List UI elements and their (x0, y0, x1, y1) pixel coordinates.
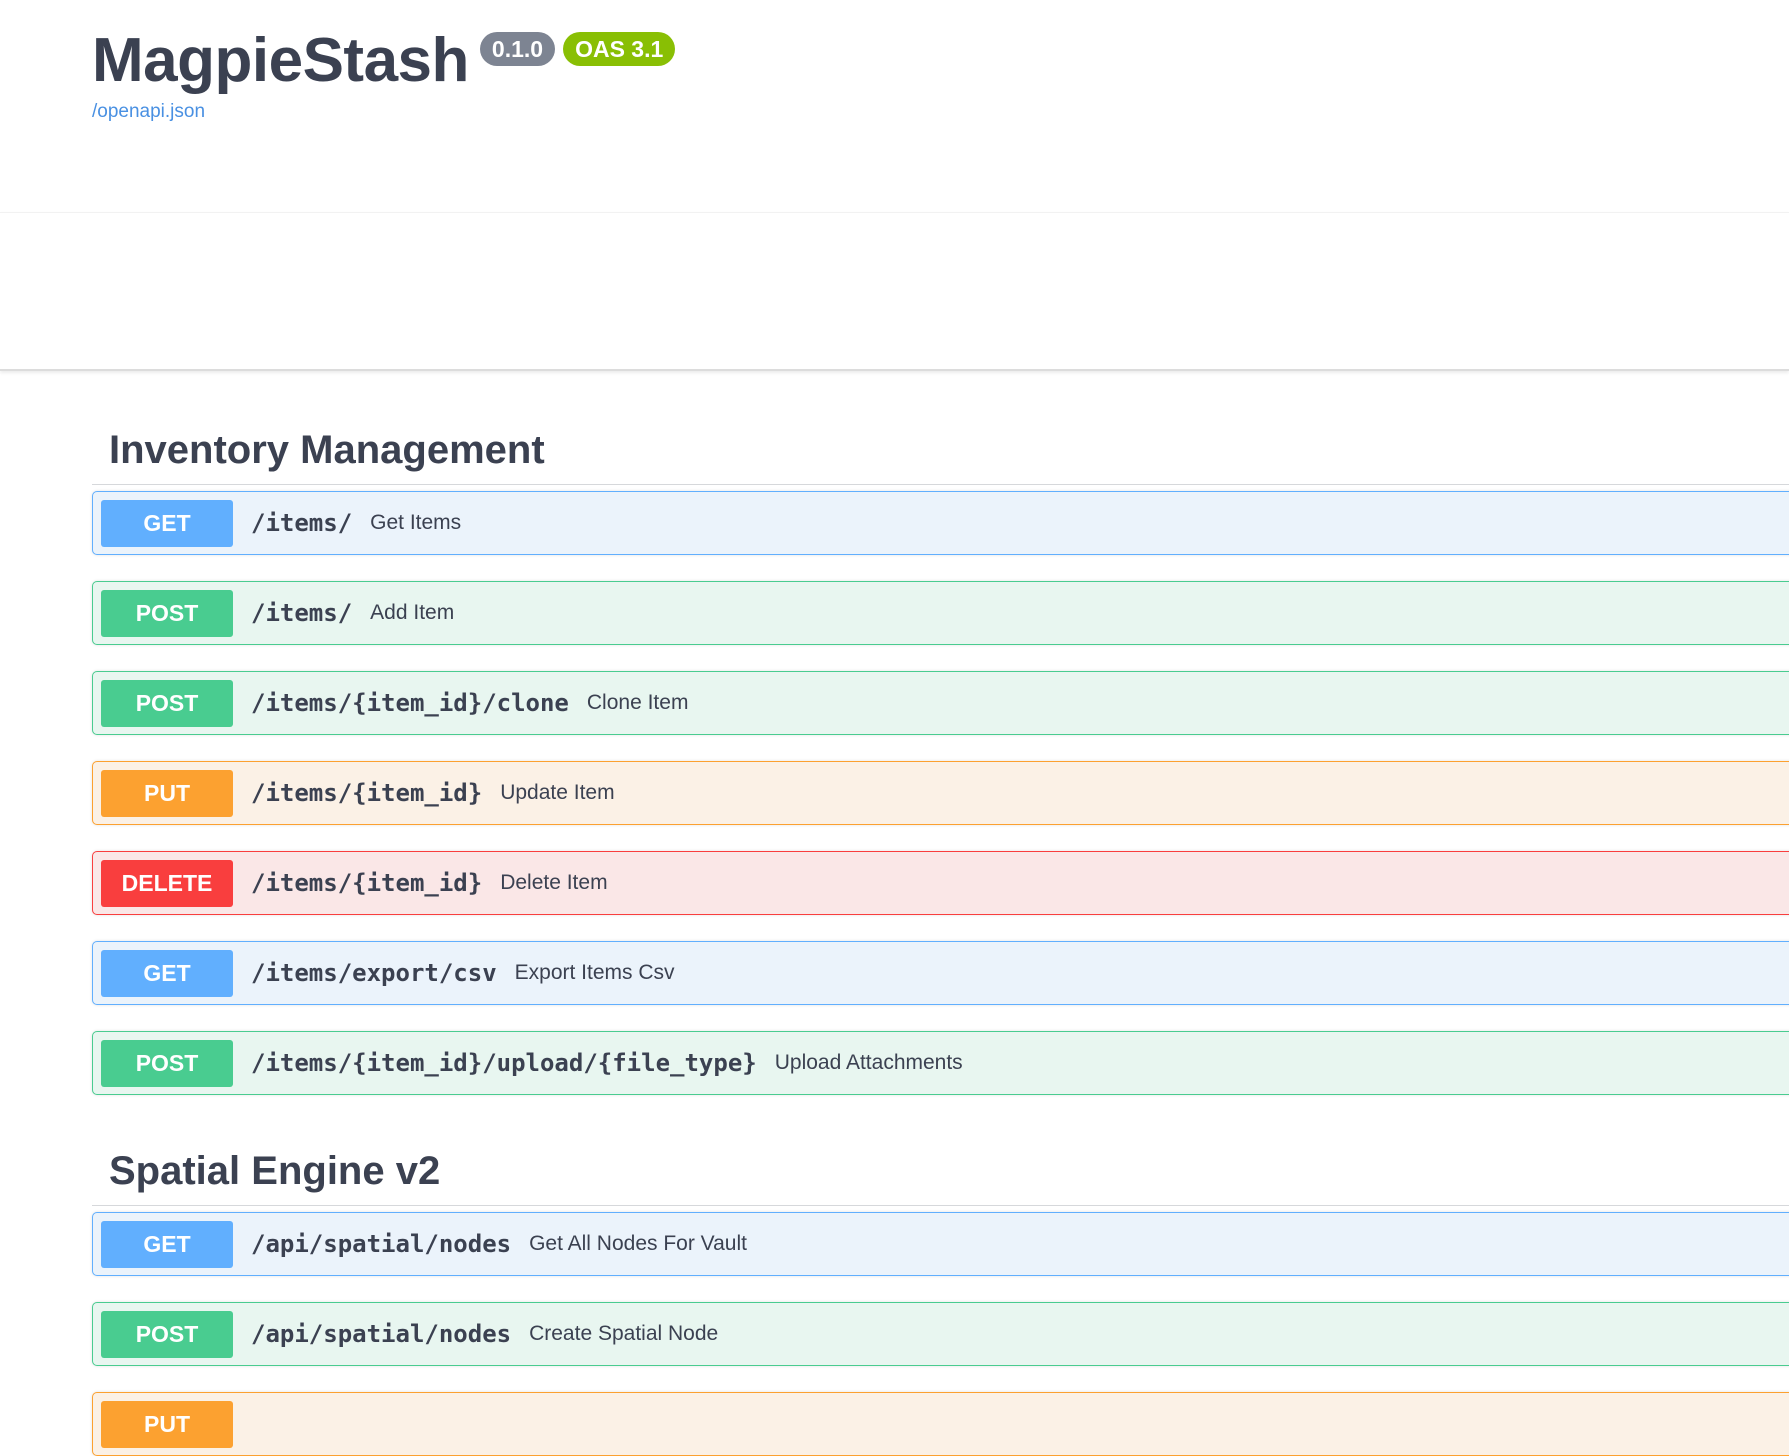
operation-summary: Delete Item (500, 871, 608, 894)
title-row: MagpieStash 0.1.0 OAS 3.1 (92, 26, 676, 95)
section-heading-inventory-management[interactable]: Inventory Management (92, 412, 1789, 485)
operation-delete-item[interactable]: DELETE /items/{item_id} Delete Item (92, 851, 1789, 915)
operation-path: /items/{item_id}/upload/{file_type} (251, 1049, 757, 1077)
method-badge: DELETE (101, 859, 233, 907)
method-badge: PUT (101, 769, 233, 817)
operation-clone-item[interactable]: POST /items/{item_id}/clone Clone Item (92, 671, 1789, 735)
operation-summary: Add Item (370, 601, 455, 624)
operation-export-items-csv[interactable]: GET /items/export/csv Export Items Csv (92, 941, 1789, 1005)
section-title: Inventory Management (109, 428, 545, 472)
operation-path: /items/{item_id}/clone (251, 689, 569, 717)
method-badge: POST (101, 1310, 233, 1358)
method-badge: POST (101, 589, 233, 637)
operation-summary: Clone Item (586, 691, 689, 714)
operation-update-item[interactable]: PUT /items/{item_id} Update Item (92, 761, 1789, 825)
operation-summary: Create Spatial Node (529, 1322, 719, 1345)
method-badge: POST (101, 679, 233, 727)
operation-summary: Upload Attachments (774, 1051, 963, 1074)
api-info: MagpieStash 0.1.0 OAS 3.1 /openapi.json (92, 26, 676, 123)
operation-path: /items/ (251, 599, 353, 627)
method-badge: GET (101, 499, 233, 547)
operation-path: /items/ (251, 509, 353, 537)
operation-partial-put[interactable]: PUT (92, 1392, 1789, 1456)
operation-path: /items/{item_id} (251, 869, 483, 897)
operation-path: /api/spatial/nodes (251, 1230, 512, 1258)
method-badge: POST (101, 1039, 233, 1087)
scheme-container (0, 212, 1789, 371)
operation-summary: Get All Nodes For Vault (529, 1232, 747, 1255)
version-badge: 0.1.0 (479, 32, 556, 66)
operation-summary: Get Items (370, 511, 462, 534)
operation-summary: Update Item (500, 781, 615, 804)
api-title: MagpieStash (92, 26, 469, 95)
operation-path: /api/spatial/nodes (251, 1320, 512, 1348)
operation-upload-attachments[interactable]: POST /items/{item_id}/upload/{file_type}… (92, 1031, 1789, 1095)
operation-add-item[interactable]: POST /items/ Add Item (92, 581, 1789, 645)
operation-create-spatial-node[interactable]: POST /api/spatial/nodes Create Spatial N… (92, 1302, 1789, 1366)
operation-get-items[interactable]: GET /items/ Get Items (92, 491, 1789, 555)
operation-path: /items/export/csv (251, 959, 497, 987)
method-badge: GET (101, 949, 233, 997)
openapi-json-link[interactable]: /openapi.json (92, 101, 675, 123)
section-heading-spatial-engine-v2[interactable]: Spatial Engine v2 (92, 1133, 1789, 1206)
operation-summary: Export Items Csv (514, 961, 675, 984)
section-title: Spatial Engine v2 (109, 1149, 441, 1193)
method-badge: GET (101, 1220, 233, 1268)
method-badge: PUT (101, 1400, 233, 1448)
oas-badge: OAS 3.1 (563, 32, 676, 66)
operation-get-all-nodes-for-vault[interactable]: GET /api/spatial/nodes Get All Nodes For… (92, 1212, 1789, 1276)
operation-path: /items/{item_id} (251, 779, 483, 807)
